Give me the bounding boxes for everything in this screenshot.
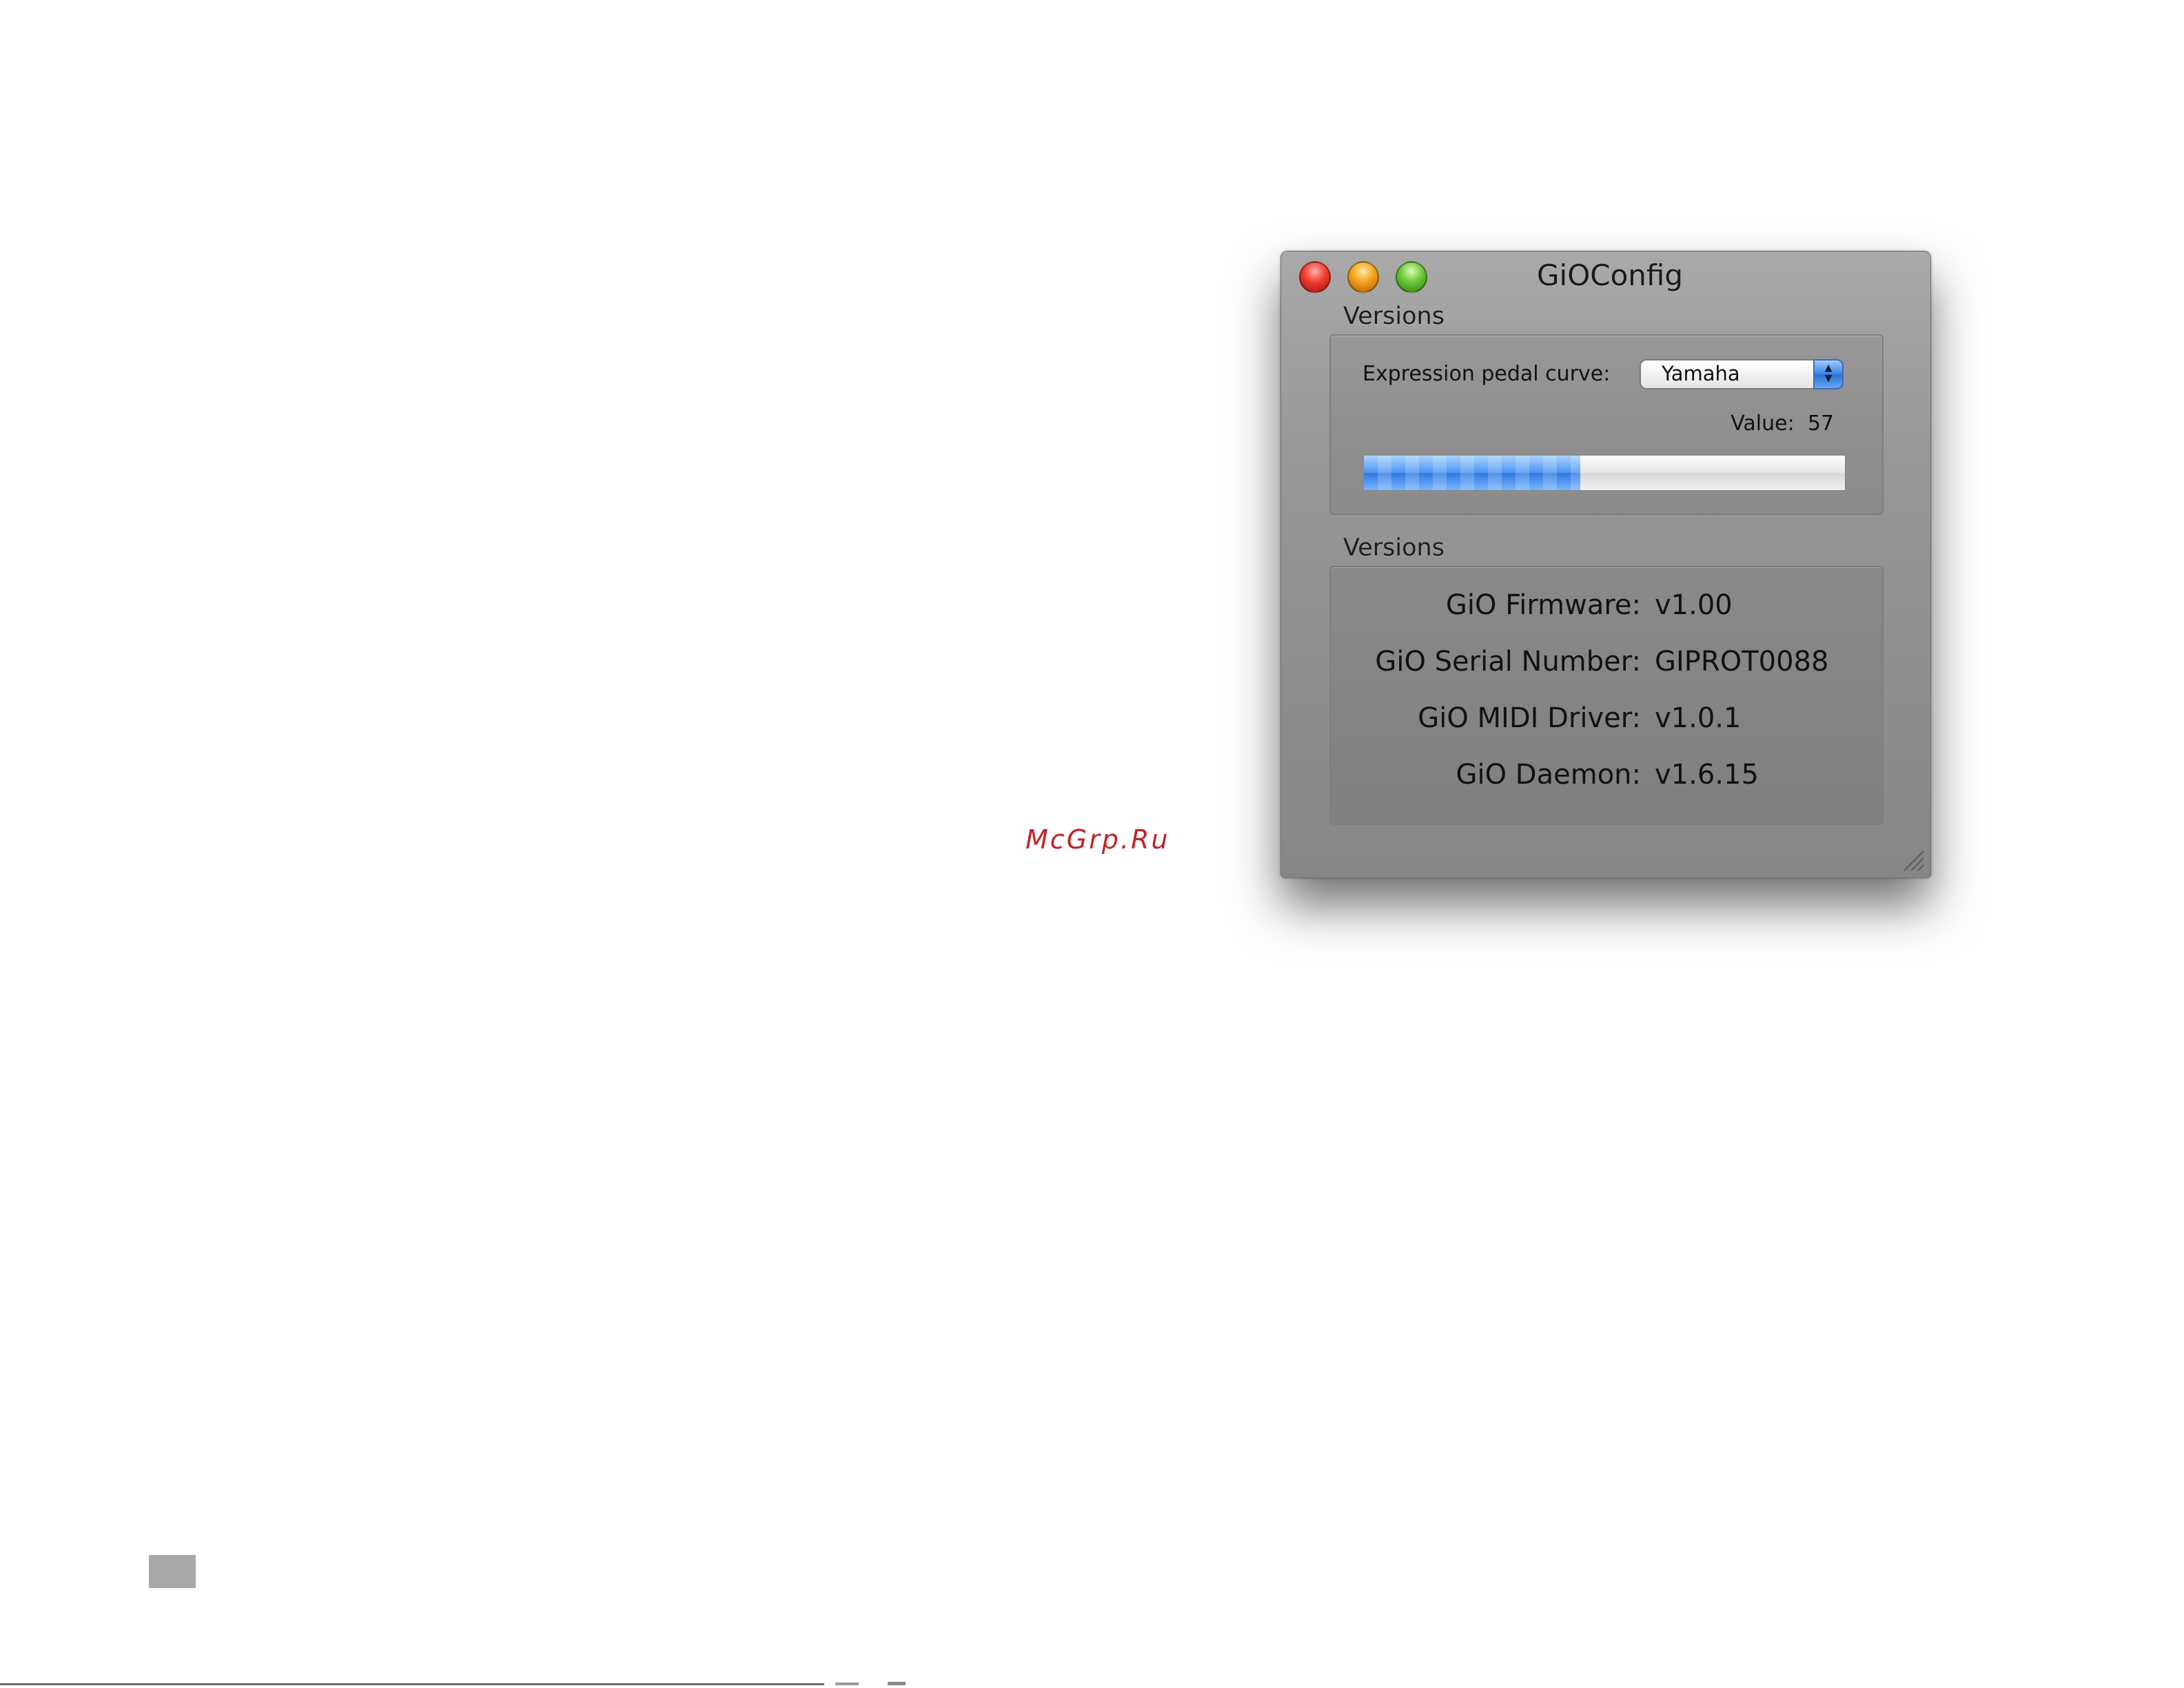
pedal-level-bar — [1363, 454, 1846, 491]
version-value: v1.6.15 — [1655, 759, 1759, 791]
resize-grip-icon[interactable] — [1901, 848, 1925, 872]
pedal-level-fill — [1364, 456, 1581, 490]
pedal-curve-label: Expression pedal curve: — [1363, 362, 1611, 386]
version-row-serial: GiO Serial Number: GIPROT0088 — [1331, 646, 1882, 687]
versions-section-heading: Versions — [1343, 534, 1445, 562]
bottom-rule — [0, 1683, 824, 1685]
version-label: GiO Serial Number: — [1375, 646, 1641, 678]
version-row-daemon: GiO Daemon: v1.6.15 — [1331, 759, 1882, 800]
version-row-midi-driver: GiO MIDI Driver: v1.0.1 — [1331, 702, 1882, 744]
version-value: v1.00 — [1655, 589, 1733, 621]
version-value: GIPROT0088 — [1655, 646, 1829, 678]
window-title: GiOConfig — [1536, 258, 1684, 292]
versions-group-box: GiO Firmware: v1.00 GiO Serial Number: G… — [1329, 566, 1884, 825]
watermark: McGrp.Ru — [1025, 824, 1170, 855]
pedal-curve-selected: Yamaha — [1662, 362, 1740, 385]
value-label: Value: — [1731, 411, 1795, 436]
pedal-curve-popup[interactable]: Yamaha ▲ ▼ — [1640, 359, 1844, 389]
version-value: v1.0.1 — [1655, 702, 1742, 734]
version-label: GiO Daemon: — [1456, 759, 1642, 791]
version-row-firmware: GiO Firmware: v1.00 — [1331, 589, 1882, 631]
updown-arrows-icon: ▲ ▼ — [1813, 359, 1844, 389]
version-label: GiO Firmware: — [1445, 589, 1641, 621]
value-readout: Value: 57 — [1731, 411, 1834, 436]
pedal-group-box: Expression pedal curve: Yamaha ▲ ▼ Value:… — [1329, 334, 1884, 515]
value-number: 57 — [1807, 411, 1834, 436]
gioconfig-window: GiOConfig Versions Expression pedal curv… — [1280, 251, 1931, 878]
pedal-section-heading: Versions — [1343, 303, 1445, 330]
title-bar[interactable]: GiOConfig — [1281, 252, 1930, 304]
version-label: GiO MIDI Driver: — [1418, 702, 1641, 734]
bottom-fragment — [835, 1682, 859, 1685]
page-marker — [149, 1555, 196, 1588]
bottom-fragment — [888, 1682, 906, 1685]
